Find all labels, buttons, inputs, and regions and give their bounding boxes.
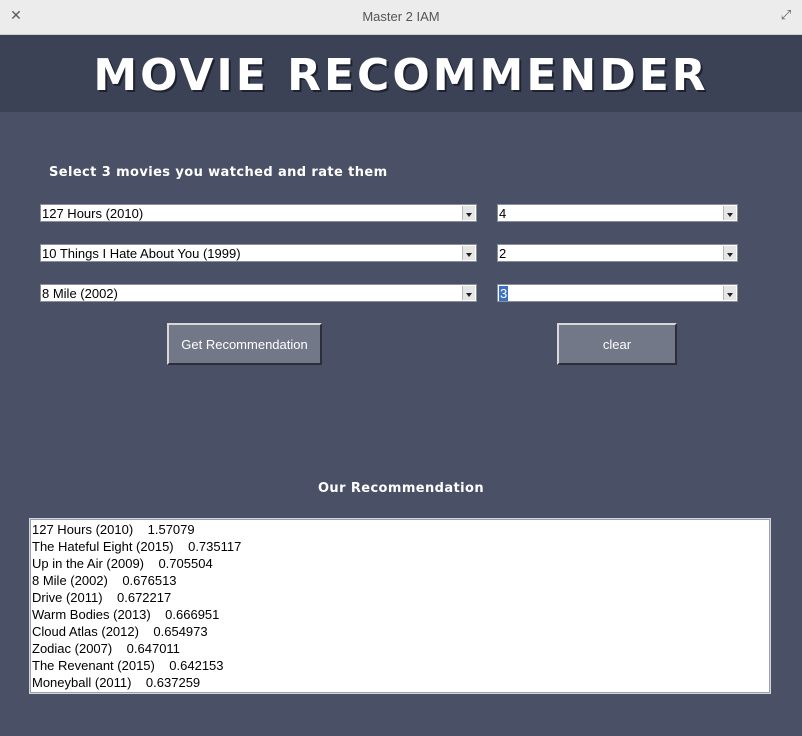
rating-select-2[interactable]: 2 (497, 244, 738, 262)
list-item[interactable]: Warm Bodies (2013) 0.666951 (32, 606, 219, 623)
rating-select-1[interactable]: 4 (497, 204, 738, 222)
rating-select-3[interactable]: 3 (497, 284, 738, 302)
list-item[interactable]: Moneyball (2011) 0.637259 (32, 674, 200, 691)
list-item[interactable]: Cloud Atlas (2012) 0.654973 (32, 623, 208, 640)
get-recommendation-button[interactable]: Get Recommendation (167, 323, 322, 365)
rating-select-1-value: 4 (499, 206, 507, 221)
recommendation-list[interactable]: 127 Hours (2010) 1.57079 The Hateful Eig… (29, 518, 771, 694)
results-heading: Our Recommendation (317, 481, 484, 496)
rating-select-2-value: 2 (499, 246, 507, 261)
window-title: Master 2 IAM (362, 9, 440, 24)
chevron-down-icon[interactable] (723, 246, 736, 260)
chevron-down-icon[interactable] (723, 206, 736, 220)
clear-button[interactable]: clear (557, 323, 677, 365)
movie-select-2-value: 10 Things I Hate About You (1999) (42, 246, 241, 261)
chevron-down-icon[interactable] (723, 286, 736, 300)
chevron-down-icon[interactable] (462, 206, 475, 220)
movie-select-2[interactable]: 10 Things I Hate About You (1999) (40, 244, 477, 262)
list-item[interactable]: The Hateful Eight (2015) 0.735117 (32, 538, 241, 555)
chevron-down-icon[interactable] (462, 246, 475, 260)
movie-select-3-value: 8 Mile (2002) (42, 286, 118, 301)
movie-select-3[interactable]: 8 Mile (2002) (40, 284, 477, 302)
app-title: MOVIE RECOMMENDER (93, 50, 709, 101)
list-item[interactable]: 127 Hours (2010) 1.57079 (32, 521, 195, 538)
movie-select-1[interactable]: 127 Hours (2010) (40, 204, 477, 222)
header-banner: MOVIE RECOMMENDER (0, 35, 802, 112)
maximize-icon[interactable]: ⤢ (778, 8, 794, 24)
window-titlebar: ✕ Master 2 IAM ⤢ (0, 0, 802, 35)
list-item[interactable]: Up in the Air (2009) 0.705504 (32, 555, 213, 572)
list-item[interactable]: Zodiac (2007) 0.647011 (32, 640, 180, 657)
movie-select-1-value: 127 Hours (2010) (42, 206, 144, 221)
list-item[interactable]: Drive (2011) 0.672217 (32, 589, 171, 606)
selection-prompt: Select 3 movies you watched and rate the… (49, 165, 388, 180)
list-item[interactable]: 8 Mile (2002) 0.676513 (32, 572, 177, 589)
list-item[interactable]: The Revenant (2015) 0.642153 (32, 657, 224, 674)
rating-select-3-value: 3 (499, 286, 509, 301)
chevron-down-icon[interactable] (462, 286, 475, 300)
